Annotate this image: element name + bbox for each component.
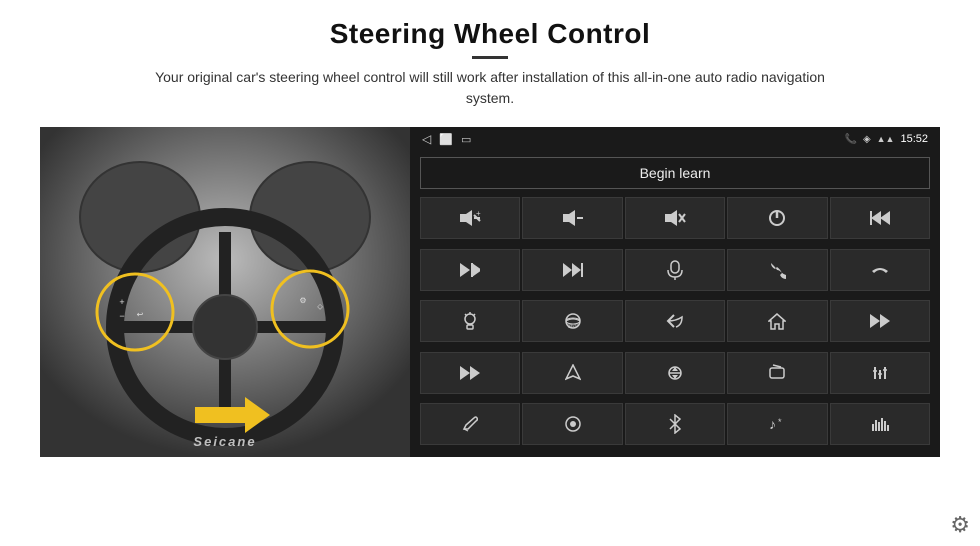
svg-text:↩: ↩ xyxy=(137,310,144,319)
equalizer-btn[interactable] xyxy=(830,352,930,394)
svg-text:360°: 360° xyxy=(568,324,578,330)
skip-next2-btn[interactable] xyxy=(420,352,520,394)
page-title: Steering Wheel Control xyxy=(140,18,840,50)
status-bar-left: ◁ ⬜ ▭ xyxy=(422,132,471,146)
call-btn[interactable] xyxy=(727,249,827,291)
settings-area: ⚙ xyxy=(950,512,970,538)
swap-btn[interactable] xyxy=(625,352,725,394)
settings-button[interactable]: ⚙ xyxy=(950,512,970,538)
svg-text:♪: ♪ xyxy=(769,416,776,432)
title-divider xyxy=(472,56,508,59)
vol-down-btn[interactable] xyxy=(522,197,622,239)
home-btn[interactable]: ⬜ xyxy=(439,133,453,146)
light-btn[interactable] xyxy=(420,300,520,342)
circle-btn[interactable] xyxy=(522,403,622,445)
next-btn[interactable] xyxy=(420,249,520,291)
svg-text:*: * xyxy=(778,417,782,427)
status-bar: ◁ ⬜ ▭ 📞 ◈ ▲▲ 15:52 xyxy=(410,127,940,151)
phone-icon: 📞 xyxy=(844,134,856,145)
spectrum-btn[interactable] xyxy=(830,403,930,445)
skip-back-btn[interactable] xyxy=(830,300,930,342)
fwd-btn[interactable] xyxy=(522,249,622,291)
mute-btn[interactable] xyxy=(625,197,725,239)
title-section: Steering Wheel Control Your original car… xyxy=(140,18,840,121)
edit-btn[interactable] xyxy=(420,403,520,445)
back-nav-btn[interactable] xyxy=(625,300,725,342)
begin-learn-row: Begin learn xyxy=(410,151,940,195)
prev-skip-btn[interactable] xyxy=(830,197,930,239)
seicane-label: Seicane xyxy=(193,434,256,449)
music-btn[interactable]: ♪* xyxy=(727,403,827,445)
status-bar-right: 📞 ◈ ▲▲ 15:52 xyxy=(844,133,928,145)
vol-up-btn[interactable]: + xyxy=(420,197,520,239)
radio-btn[interactable] xyxy=(727,352,827,394)
subtitle-text: Your original car's steering wheel contr… xyxy=(140,67,840,109)
bluetooth-btn[interactable] xyxy=(625,403,725,445)
time-display: 15:52 xyxy=(900,133,928,145)
car-image: + − ↩ ⚙ ⬦ Seicane xyxy=(40,127,410,457)
navigate-btn[interactable] xyxy=(522,352,622,394)
svg-text:−: − xyxy=(119,311,124,321)
camera-360-btn[interactable]: 360° xyxy=(522,300,622,342)
recent-btn[interactable]: ▭ xyxy=(461,133,471,146)
hang-up-btn[interactable] xyxy=(830,249,930,291)
mic-btn[interactable] xyxy=(625,249,725,291)
back-btn[interactable]: ◁ xyxy=(422,132,431,146)
dashboard-panel: ◁ ⬜ ▭ 📞 ◈ ▲▲ 15:52 Begin learn xyxy=(410,127,940,457)
begin-learn-button[interactable]: Begin learn xyxy=(420,157,930,189)
signal-icon: ▲▲ xyxy=(877,134,895,144)
power-btn[interactable] xyxy=(727,197,827,239)
svg-text:⬦: ⬦ xyxy=(317,302,323,311)
location-icon: ◈ xyxy=(863,134,871,145)
svg-text:+: + xyxy=(119,297,124,307)
svg-text:⚙: ⚙ xyxy=(299,296,306,305)
svg-text:+: + xyxy=(476,209,481,218)
content-area: + − ↩ ⚙ ⬦ Seicane ◁ ⬜ xyxy=(40,127,940,457)
controls-grid: + xyxy=(410,195,940,457)
home-nav-btn[interactable] xyxy=(727,300,827,342)
